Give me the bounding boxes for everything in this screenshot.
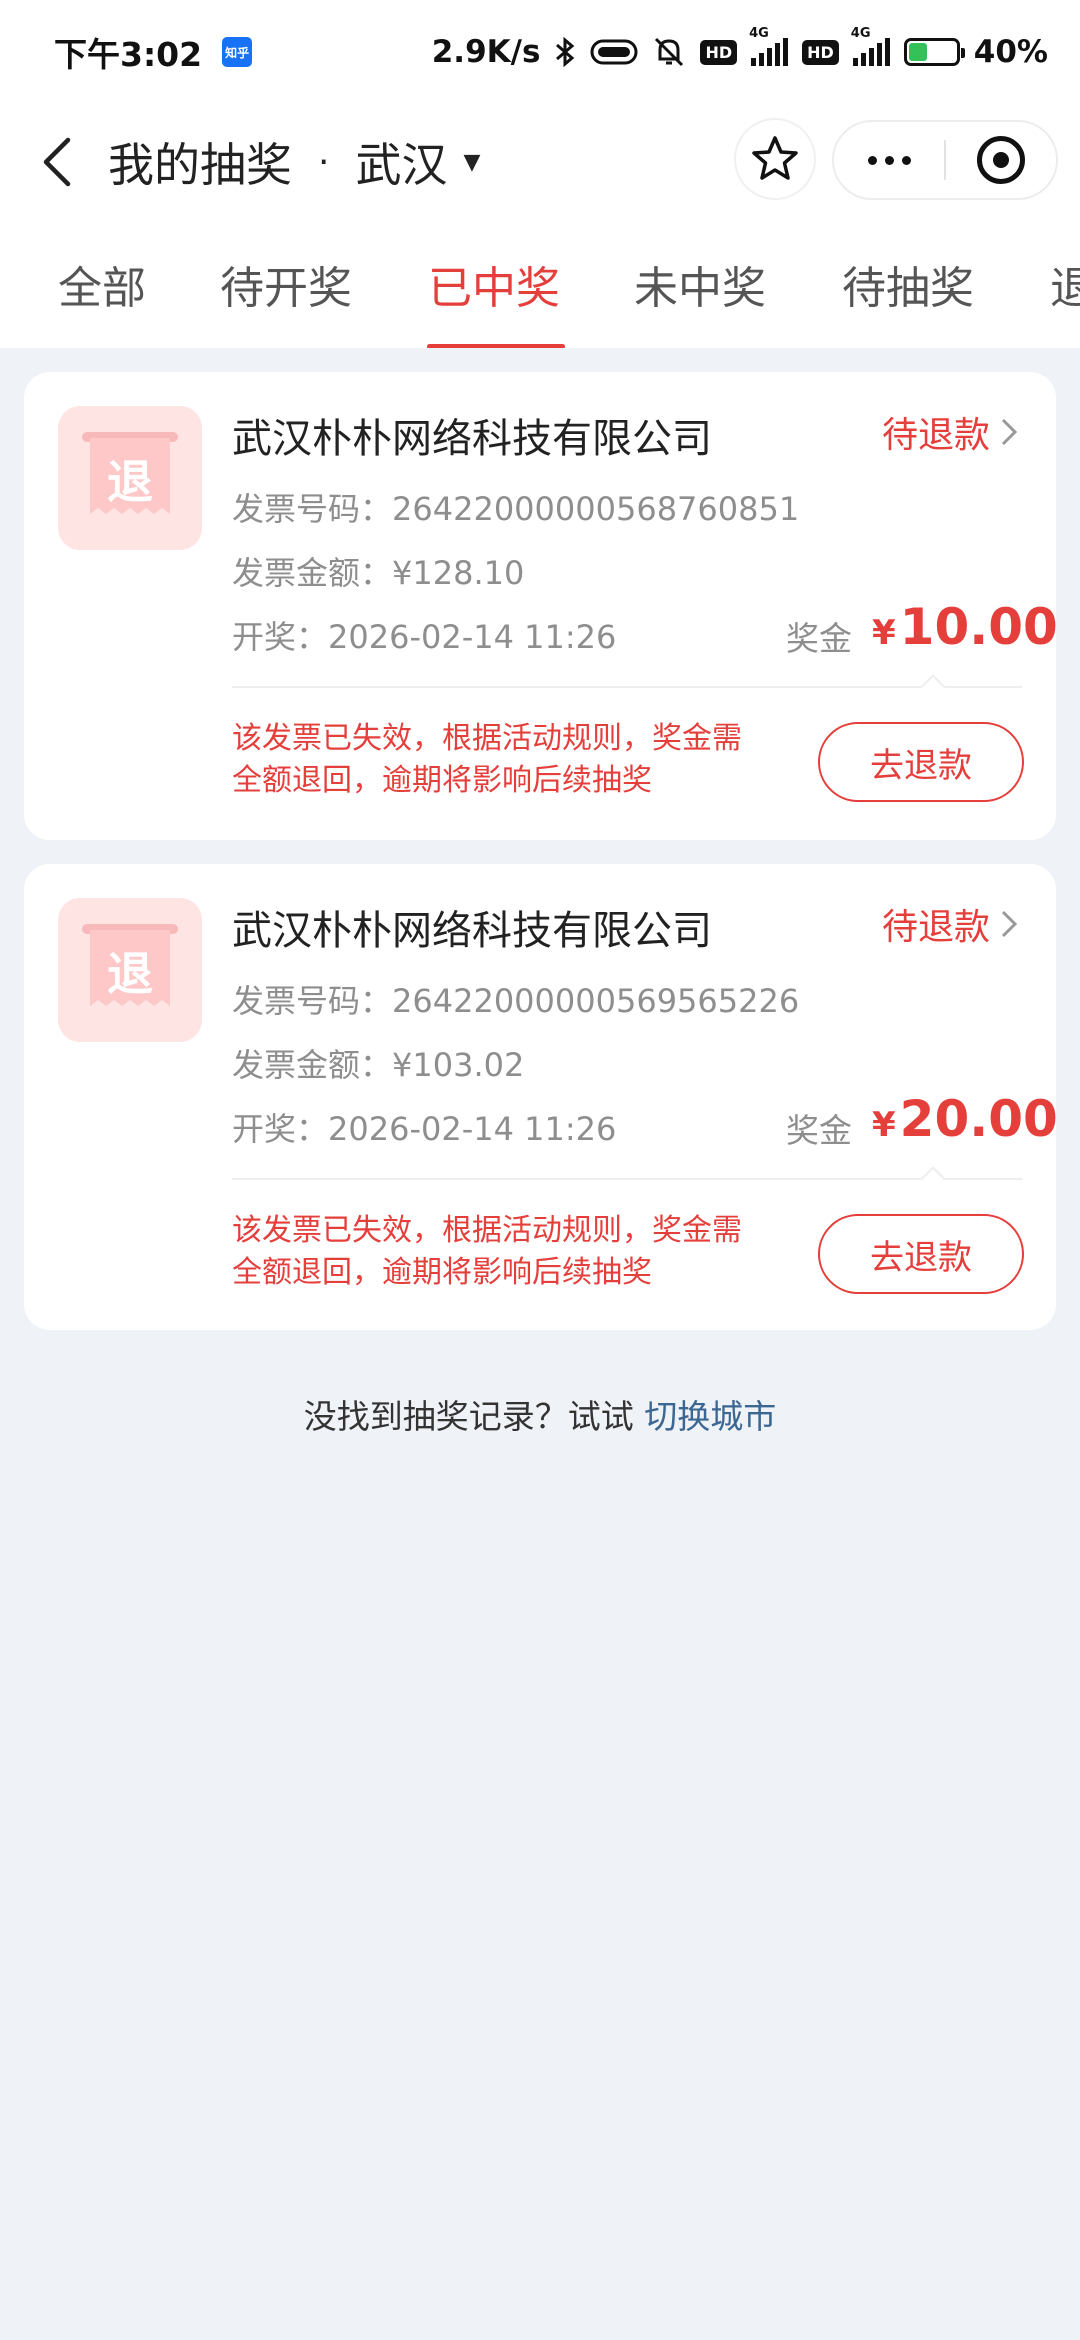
bluetooth-icon <box>554 36 576 68</box>
divider-notch <box>920 1166 946 1192</box>
status-link[interactable]: 待退款 <box>882 898 1018 950</box>
favorite-button[interactable] <box>734 118 816 200</box>
draw-time: 2026-02-14 11:26 <box>328 618 617 656</box>
invoice-amount: ¥103.02 <box>392 1046 525 1084</box>
tab-all[interactable]: 全部 <box>58 220 146 348</box>
hd-badge-2: HD <box>802 39 839 65</box>
tab-pending-draw[interactable]: 待开奖 <box>220 220 352 348</box>
card-divider <box>232 1178 1022 1180</box>
notice-line-2: 全额退回，逾期将影响后续抽奖 <box>232 763 652 798</box>
signal-icon-1: 4G <box>749 26 789 66</box>
notice-line-2: 全额退回，逾期将影响后续抽奖 <box>232 1255 652 1290</box>
invoice-amount-row: 发票金额：¥103.02 <box>232 1040 524 1086</box>
network-type-1: 4G <box>749 26 769 41</box>
draw-time-row: 开奖：2026-02-14 11:26 <box>232 612 616 658</box>
draw-time-label: 开奖： <box>232 1110 329 1148</box>
ticket-char: 退 <box>107 947 153 1001</box>
refund-ticket-icon: 退 <box>58 898 202 1042</box>
star-icon <box>752 136 798 180</box>
network-type-2: 4G <box>850 26 871 41</box>
invoice-number-label: 发票号码： <box>232 490 393 528</box>
status-bar: 下午3:02 知乎 2.9K/s HD 4G HD 4G 40% <box>0 0 1080 104</box>
status-text: 待退款 <box>881 415 990 456</box>
prize-value: 20.00 <box>899 1090 1058 1148</box>
zhihu-app-icon: 知乎 <box>222 37 253 67</box>
prize-currency: ¥ <box>872 613 896 653</box>
draw-time: 2026-02-14 11:26 <box>328 1110 617 1148</box>
invoice-amount: ¥128.10 <box>392 554 525 592</box>
prize-currency: ¥ <box>872 1105 896 1145</box>
mute-icon <box>652 35 686 69</box>
invoice-amount-label: 发票金额： <box>232 554 393 592</box>
chevron-right-icon <box>1001 418 1018 446</box>
caret-down-icon: ▼ <box>463 149 481 175</box>
status-time: 下午3:02 <box>54 35 203 74</box>
draw-time-label: 开奖： <box>232 618 329 656</box>
company-name: 武汉朴朴网络科技有限公司 <box>232 908 712 954</box>
vibrate-icon <box>590 37 638 67</box>
prize-label: 奖金 <box>786 1111 852 1150</box>
invalid-notice: 该发票已失效，根据活动规则，奖金需 全额退回，逾期将影响后续抽奖 <box>232 718 792 802</box>
empty-hint-text: 没找到抽奖记录？试试 <box>303 1397 645 1436</box>
tab-won[interactable]: 已中奖 <box>428 220 560 348</box>
active-tab-indicator <box>427 344 565 348</box>
invoice-number: 26422000000568760851 <box>392 490 800 528</box>
target-close-icon <box>976 136 1025 184</box>
mini-program-capsule <box>832 120 1058 200</box>
back-button[interactable] <box>26 132 86 192</box>
invoice-amount-label: 发票金额： <box>232 1046 393 1084</box>
refund-ticket-icon: 退 <box>58 406 202 550</box>
battery-fill <box>908 43 928 61</box>
app-root: 下午3:02 知乎 2.9K/s HD 4G HD 4G 40% 我的抽奖 · … <box>0 0 1080 2340</box>
battery-percent: 40% <box>973 34 1048 70</box>
page-title: 我的抽奖 <box>108 138 292 192</box>
title-separator: · <box>318 141 330 183</box>
prize-card[interactable]: 退 武汉朴朴网络科技有限公司 待退款 发票号码：2642200000056956… <box>24 864 1058 1330</box>
page-title-group: 我的抽奖 · 武汉 ▼ <box>108 129 480 195</box>
city-selector[interactable]: 武汉 ▼ <box>355 129 480 195</box>
invoice-number-label: 发票号码： <box>232 982 393 1020</box>
switch-city-link[interactable]: 切换城市 <box>644 1397 776 1436</box>
prize-amount: ¥ 10.00 <box>872 598 1058 656</box>
status-text: 待退款 <box>881 907 990 948</box>
hd-badge-1: HD <box>700 39 738 65</box>
tab-to-draw[interactable]: 待抽奖 <box>842 220 974 348</box>
go-refund-button[interactable]: 去退款 <box>818 1214 1024 1294</box>
more-dots-icon <box>867 155 911 165</box>
invoice-number: 26422000000569565226 <box>392 982 800 1020</box>
invoice-number-row: 发票号码：26422000000568760851 <box>232 484 799 530</box>
prize-card[interactable]: 退 武汉朴朴网络科技有限公司 待退款 发票号码：2642200000056876… <box>24 372 1058 840</box>
prize-value: 10.00 <box>899 598 1058 656</box>
prize-amount: ¥ 20.00 <box>872 1090 1058 1148</box>
card-divider <box>232 686 1022 688</box>
draw-time-row: 开奖：2026-02-14 11:26 <box>232 1104 616 1150</box>
notice-line-1: 该发票已失效，根据活动规则，奖金需 <box>232 1213 742 1248</box>
nav-bar: 我的抽奖 · 武汉 ▼ <box>0 104 1080 220</box>
tab-bar: 全部 待开奖 已中奖 未中奖 待抽奖 退 <box>0 220 1080 348</box>
prize-label: 奖金 <box>786 619 852 658</box>
more-button[interactable] <box>834 155 944 165</box>
chevron-left-icon <box>43 137 71 187</box>
company-name: 武汉朴朴网络科技有限公司 <box>232 416 712 462</box>
invoice-amount-row: 发票金额：¥128.10 <box>232 548 524 594</box>
net-speed: 2.9K/s <box>431 34 541 70</box>
tab-not-won[interactable]: 未中奖 <box>634 220 766 348</box>
go-refund-button[interactable]: 去退款 <box>818 722 1024 802</box>
notice-line-1: 该发票已失效，根据活动规则，奖金需 <box>232 721 742 756</box>
divider-notch <box>920 674 946 700</box>
city-name: 武汉 <box>355 138 448 192</box>
invoice-number-row: 发票号码：26422000000569565226 <box>232 976 799 1022</box>
status-link[interactable]: 待退款 <box>882 406 1018 458</box>
tab-refund[interactable]: 退 <box>1050 220 1080 348</box>
signal-icon-2: 4G <box>851 26 890 66</box>
empty-hint: 没找到抽奖记录？试试 切换城市 <box>0 1390 1080 1438</box>
chevron-right-icon <box>1001 910 1018 938</box>
battery-icon <box>903 38 965 66</box>
ticket-char: 退 <box>107 455 153 509</box>
close-mini-program-button[interactable] <box>946 136 1056 184</box>
invalid-notice: 该发票已失效，根据活动规则，奖金需 全额退回，逾期将影响后续抽奖 <box>232 1210 792 1294</box>
